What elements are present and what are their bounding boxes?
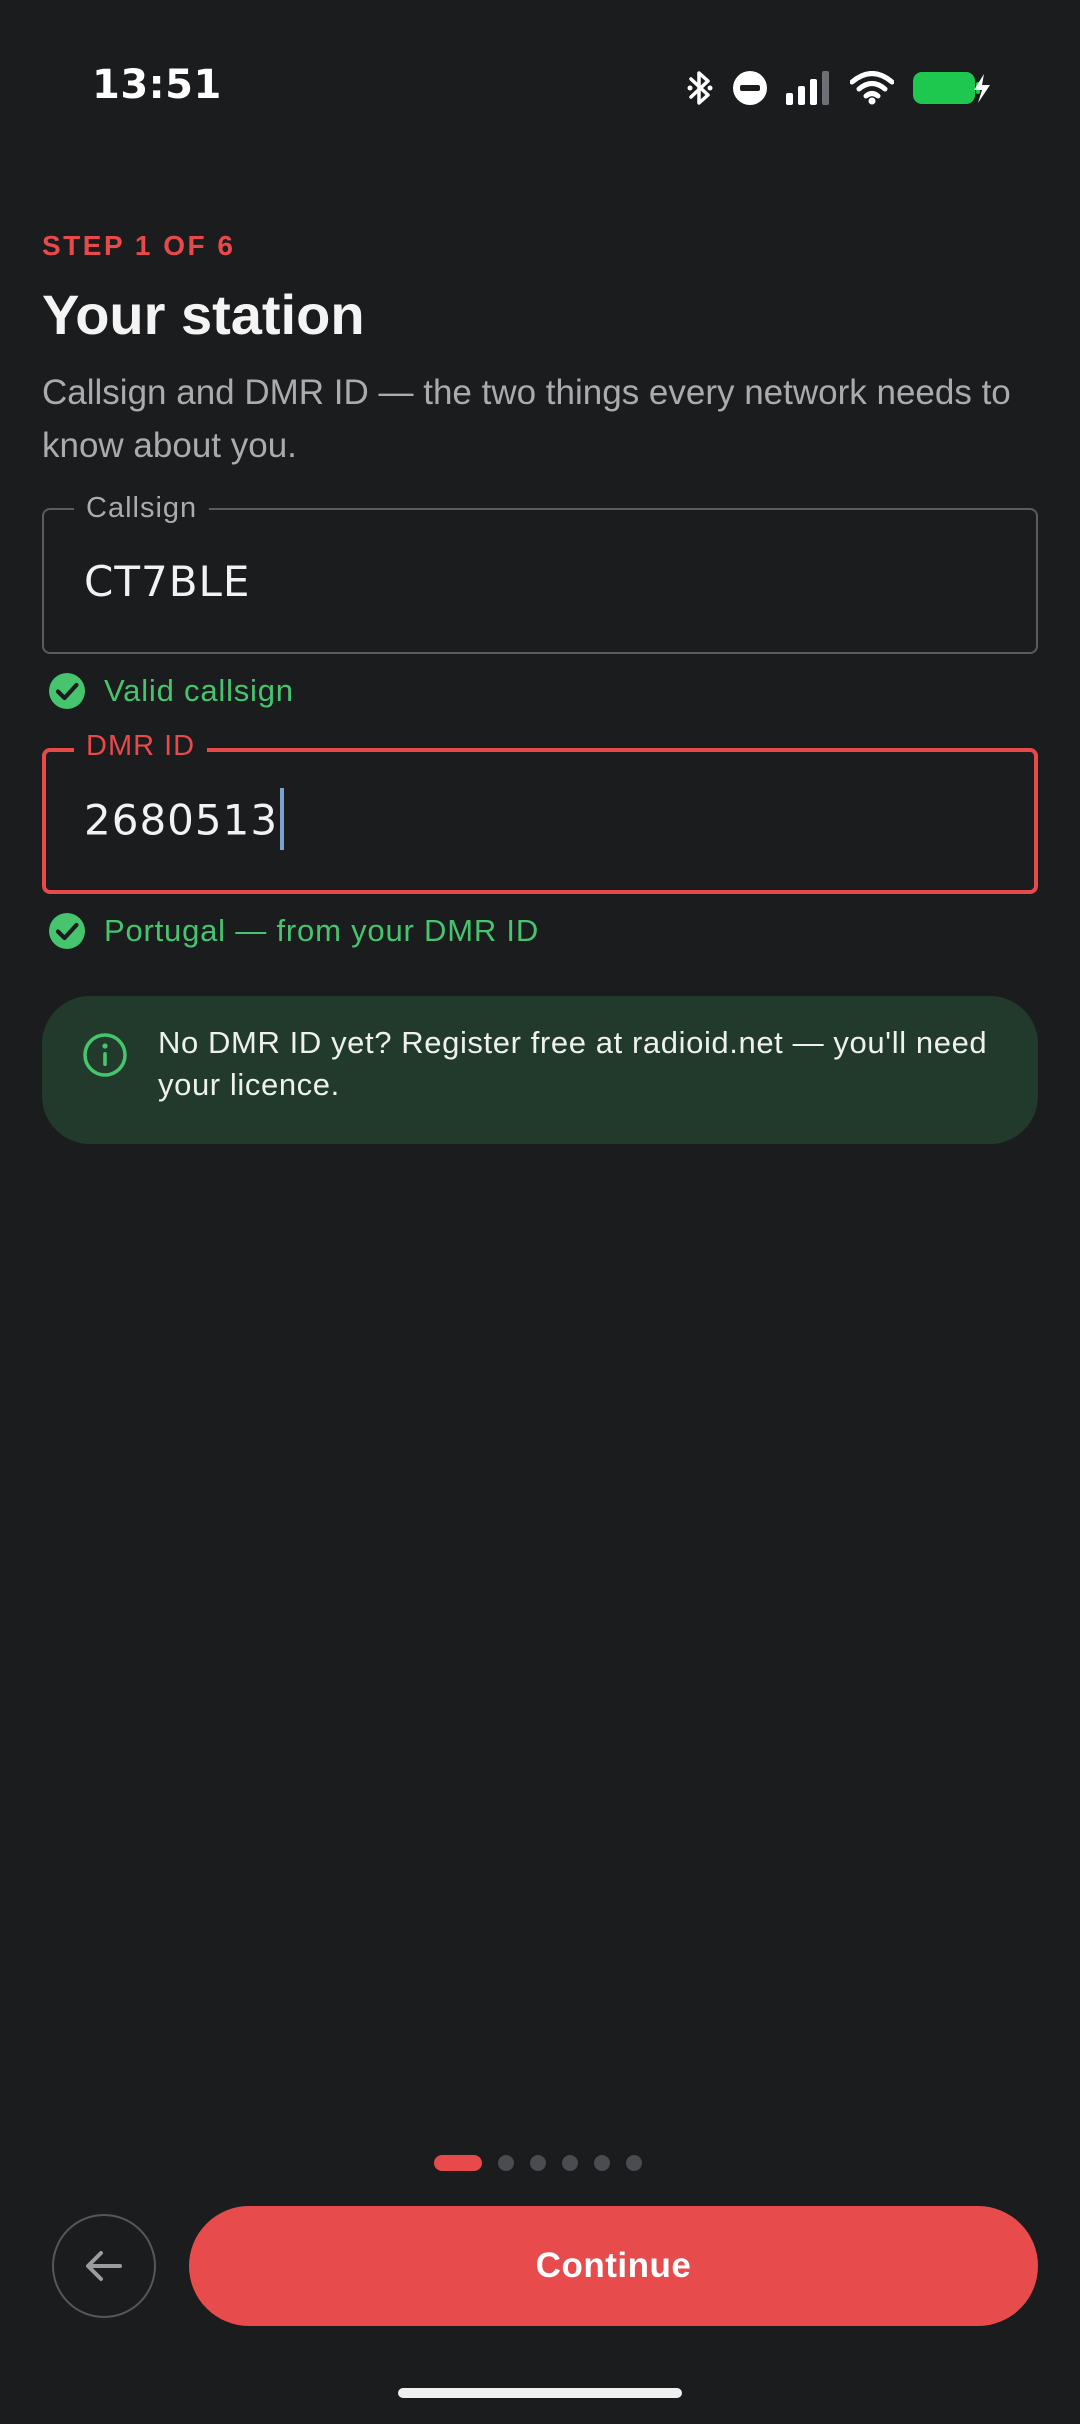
battery-charging-icon xyxy=(913,72,990,104)
bluetooth-icon xyxy=(687,71,713,105)
do-not-disturb-icon xyxy=(733,71,767,105)
pager-dot-2 xyxy=(498,2155,514,2171)
dmr-id-helper-text: Portugal — from your DMR ID xyxy=(104,913,540,948)
arrow-left-icon xyxy=(86,2251,122,2281)
wifi-icon xyxy=(850,71,894,105)
callsign-label: Callsign xyxy=(74,488,210,528)
dmr-id-field[interactable]: DMR ID 2680513 xyxy=(42,726,1038,894)
pager-dot-3 xyxy=(530,2155,546,2171)
home-indicator[interactable] xyxy=(398,2388,682,2398)
callsign-helper: Valid callsign xyxy=(48,672,294,710)
pager-dot-5 xyxy=(594,2155,610,2171)
status-icons xyxy=(686,64,992,112)
dmr-id-label: DMR ID xyxy=(74,726,208,766)
page-subtitle: Callsign and DMR ID — the two things eve… xyxy=(42,373,1011,465)
page-title: Your station xyxy=(42,283,365,346)
callsign-value[interactable]: CT7BLE xyxy=(84,554,250,610)
step-pager xyxy=(0,2155,1080,2171)
pager-dot-4 xyxy=(562,2155,578,2171)
status-bar: 13:51 xyxy=(0,0,1080,175)
info-text: No DMR ID yet? Register free at radioid.… xyxy=(158,1025,988,1102)
step-indicator-label: STEP 1 OF 6 xyxy=(42,230,236,261)
status-time: 13:51 xyxy=(92,62,222,108)
callsign-helper-text: Valid callsign xyxy=(104,673,294,708)
back-button[interactable] xyxy=(52,2214,156,2318)
callsign-field[interactable]: Callsign CT7BLE xyxy=(42,488,1038,654)
dmr-id-value-wrap[interactable]: 2680513 xyxy=(84,788,285,854)
text-caret xyxy=(280,788,285,850)
check-circle-icon xyxy=(49,673,85,709)
pager-dot-6 xyxy=(626,2155,642,2171)
info-card: No DMR ID yet? Register free at radioid.… xyxy=(42,996,1038,1144)
continue-button[interactable]: Continue xyxy=(189,2206,1038,2326)
dmr-id-helper: Portugal — from your DMR ID xyxy=(48,912,539,950)
dmr-id-value: 2680513 xyxy=(84,795,279,845)
info-icon xyxy=(83,1033,127,1077)
pager-dot-1 xyxy=(434,2155,482,2171)
cellular-signal-icon xyxy=(786,71,829,105)
check-circle-icon xyxy=(49,913,85,949)
